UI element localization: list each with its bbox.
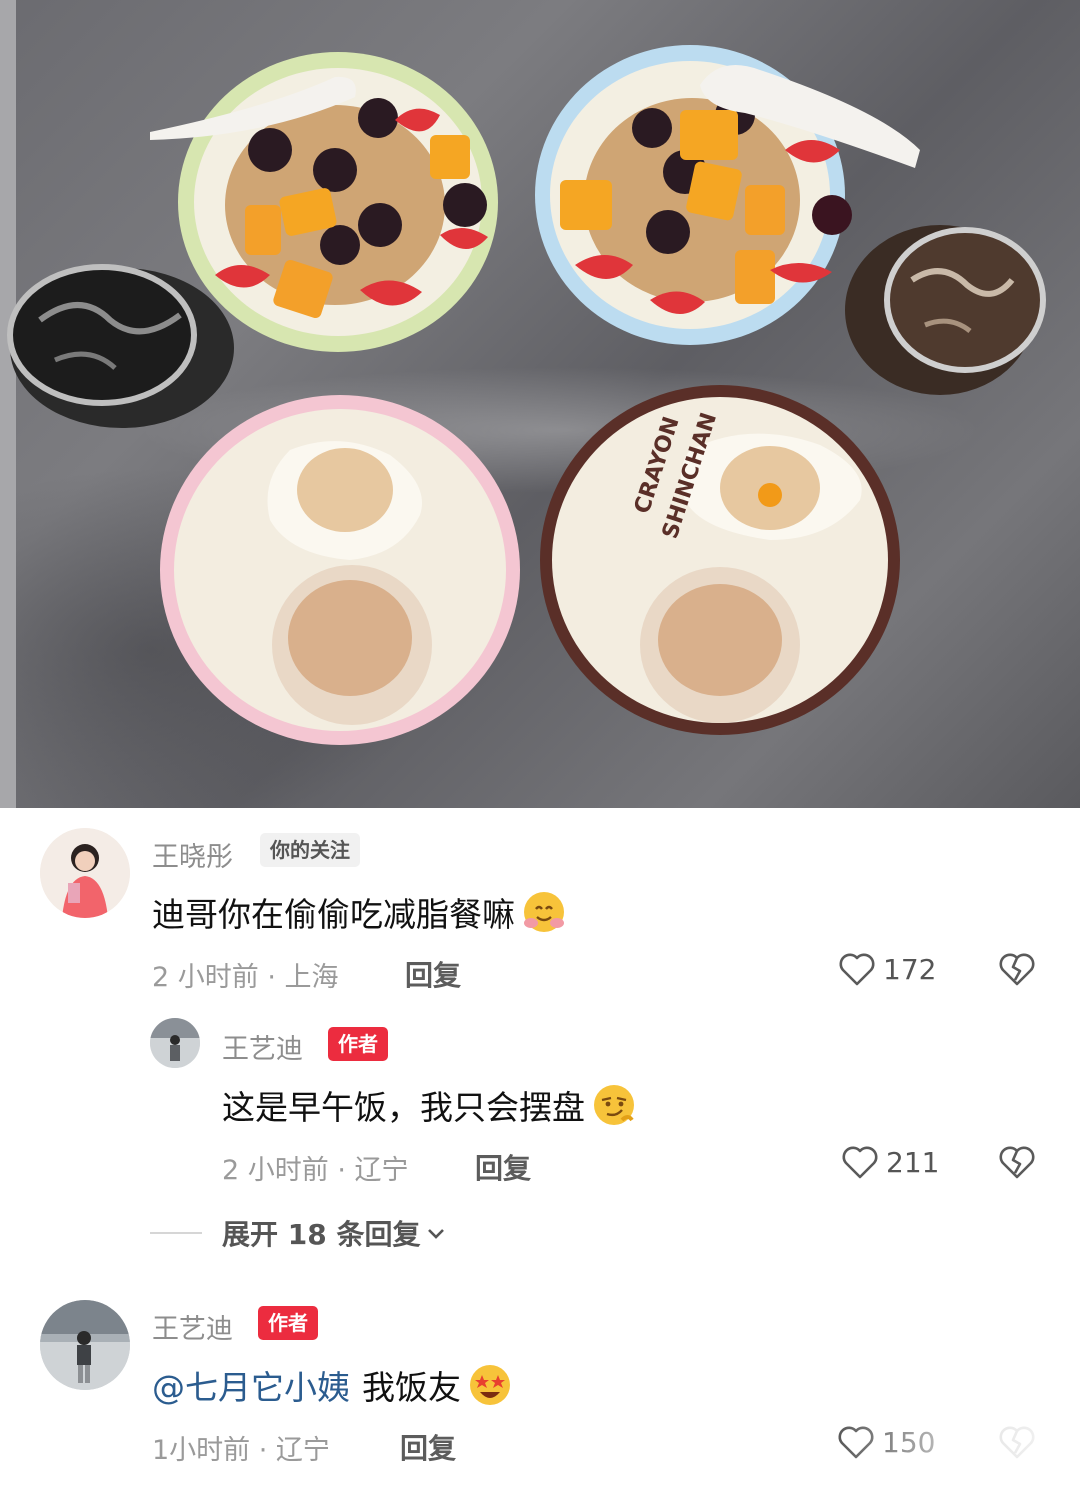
like-count: 211 (886, 1145, 940, 1179)
watermark-fade-overlay (840, 1418, 1080, 1487)
dislike-button[interactable] (997, 950, 1037, 992)
like-count: 172 (883, 952, 937, 986)
comment-time-location: 2 小时前 · 辽宁 (222, 1155, 409, 1186)
following-badge: 你的关注 (260, 833, 360, 867)
broken-heart-icon (999, 953, 1035, 986)
author-badge: 作者 (328, 1027, 388, 1061)
commenter-name[interactable]: 王艺迪 (222, 1027, 303, 1066)
like-button[interactable]: 172 (837, 950, 936, 988)
plate-left (160, 395, 520, 745)
reply-button[interactable]: 回复 (400, 1427, 456, 1467)
avatar[interactable] (150, 1018, 200, 1068)
avatar[interactable] (40, 828, 130, 918)
user-avatar-icon (150, 1018, 200, 1068)
smirking-face-emoji-icon (594, 1085, 634, 1125)
comment-text-content: 这是早午饭，我只会摆盘 (222, 1088, 585, 1127)
comment-text-content: 迪哥你在偷偷吃减脂餐嘛 (152, 895, 515, 934)
commenter-name[interactable]: 王艺迪 (152, 1307, 233, 1346)
divider (150, 1232, 202, 1234)
dark-drink-glass (7, 264, 234, 428)
comment-time-location: 2 小时前 · 上海 (152, 962, 339, 993)
star-struck-emoji-icon (470, 1365, 510, 1405)
user-avatar-icon (40, 1300, 130, 1390)
dislike-button[interactable] (997, 1143, 1037, 1185)
expand-replies-button[interactable]: 展开 18 条回复 (150, 1213, 448, 1253)
user-avatar-icon (40, 828, 130, 918)
commenter-name[interactable]: 王晓彤 (152, 835, 233, 874)
comment-text: @七月它小姨 我饭友 (152, 1360, 515, 1410)
comment-text: 迪哥你在偷偷吃减脂餐嘛 (152, 887, 569, 937)
like-button[interactable]: 211 (840, 1143, 939, 1181)
avatar[interactable] (40, 1300, 130, 1390)
broken-heart-icon (999, 1146, 1035, 1179)
reply-button[interactable]: 回复 (475, 1147, 531, 1187)
comment-time-location: 1小时前 · 辽宁 (152, 1435, 330, 1466)
post-photo[interactable]: CRAYON SHINCHAN (0, 0, 1080, 808)
reply-button[interactable]: 回复 (405, 954, 461, 994)
comment-text: 这是早午饭，我只会摆盘 (222, 1080, 639, 1130)
user-mention-link[interactable]: @七月它小姨 (152, 1361, 350, 1409)
hugging-face-emoji-icon (524, 892, 564, 932)
expand-replies-label: 展开 18 条回复 (222, 1218, 421, 1251)
coffee-drink-glass (845, 225, 1046, 395)
heart-icon (839, 953, 875, 986)
comment-text-content: 我饭友 (362, 1368, 461, 1407)
food-photo-drawing: CRAYON SHINCHAN (7, 45, 1046, 745)
author-badge: 作者 (258, 1306, 318, 1340)
heart-icon (842, 1146, 878, 1179)
chevron-down-icon (428, 1229, 445, 1239)
plate-right: CRAYON SHINCHAN (540, 385, 900, 735)
